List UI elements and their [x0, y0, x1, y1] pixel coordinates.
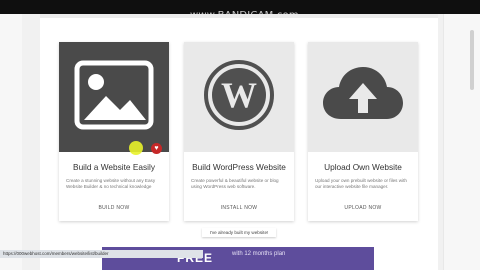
card-title: Upload Own Website: [324, 162, 402, 172]
card-wordpress[interactable]: W Build WordPress Website Create powerfu…: [184, 42, 294, 221]
build-now-button[interactable]: BUILD NOW: [59, 205, 169, 211]
status-bar-url: https://000webhost.com/members/website/l…: [0, 250, 203, 258]
main-panel: ♥ Build a Website Easily Create a stunni…: [40, 14, 438, 270]
card-image: W: [184, 42, 294, 152]
card-title: Build WordPress Website: [192, 162, 286, 172]
card-build-website[interactable]: ♥ Build a Website Easily Create a stunni…: [59, 42, 169, 221]
upload-now-button[interactable]: UPLOAD NOW: [308, 205, 418, 211]
card-title: Build a Website Easily: [73, 162, 155, 172]
card-image: [59, 42, 169, 152]
cursor-highlight: [129, 141, 143, 155]
top-strip: [40, 14, 438, 18]
heart-icon[interactable]: ♥: [151, 143, 162, 154]
image-icon: [74, 60, 154, 135]
svg-text:W: W: [221, 75, 257, 115]
wordpress-icon: W: [202, 58, 276, 137]
install-now-button[interactable]: INSTALL NOW: [184, 205, 294, 211]
left-gutter: [0, 14, 22, 270]
promo-text: with 12 months plan: [232, 251, 286, 257]
cloud-upload-icon: [321, 63, 405, 132]
card-description: Upload your own prebuilt website or file…: [315, 178, 407, 189]
card-upload[interactable]: Upload Own Website Upload your own prebu…: [308, 42, 418, 221]
card-description: Create a stunning website without any Ea…: [66, 178, 156, 189]
card-description: Create powerful & beautiful website or b…: [191, 178, 279, 189]
right-gutter: [443, 14, 480, 270]
card-image: [308, 42, 418, 152]
scrollbar[interactable]: [470, 30, 474, 90]
already-built-link[interactable]: I've already built my website!: [202, 228, 276, 237]
